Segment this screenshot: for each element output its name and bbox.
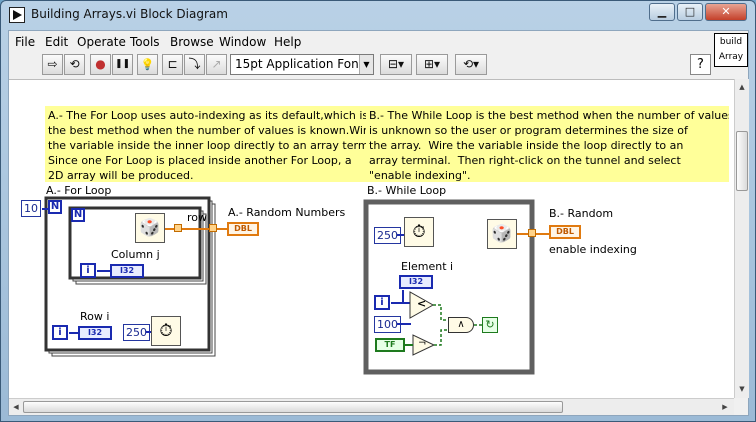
not-operator[interactable]: ¬ xyxy=(418,338,426,349)
vi-icon[interactable]: build Array xyxy=(714,33,748,67)
highlight-execution-icon[interactable]: 💡 xyxy=(137,54,158,75)
retain-wire-values-icon[interactable]: ⊏ xyxy=(162,54,183,75)
font-select-value: 15pt Application Font xyxy=(235,57,364,71)
reorder-icon[interactable]: ⟲▾ xyxy=(455,54,487,75)
step-into-icon[interactable]: ⤵ xyxy=(184,54,205,75)
toolbar: ⇨ ⟲ ● ❚❚ 💡 ⊏ ⤵ ↗ 15pt Application Font ▼… xyxy=(9,53,709,77)
while-logic-graphics xyxy=(405,291,483,356)
menu-file[interactable]: File xyxy=(15,35,35,49)
run-arrow-icon[interactable]: ⇨ xyxy=(42,54,63,75)
pause-icon[interactable]: ❚❚ xyxy=(112,54,133,75)
scroll-left-icon[interactable]: ◀ xyxy=(10,400,22,414)
menu-window[interactable]: Window xyxy=(219,35,266,49)
boolean-constant[interactable]: TF xyxy=(375,338,405,352)
menu-tools[interactable]: Tools xyxy=(130,35,160,49)
menu-help[interactable]: Help xyxy=(274,35,301,49)
minimize-button[interactable]: ▁ xyxy=(649,3,675,21)
loop-condition-icon[interactable]: ↻ xyxy=(482,317,498,333)
run-continuously-icon[interactable]: ⟲ xyxy=(64,54,85,75)
menu-edit[interactable]: Edit xyxy=(45,35,68,49)
vertical-scroll-thumb[interactable] xyxy=(736,131,748,191)
labview-app-icon xyxy=(9,7,25,23)
scroll-down-icon[interactable]: ▼ xyxy=(736,382,748,396)
horizontal-scroll-thumb[interactable] xyxy=(23,401,563,413)
window-title: Building Arrays.vi Block Diagram xyxy=(31,7,228,21)
menu-operate[interactable]: Operate xyxy=(77,35,126,49)
maximize-button[interactable]: □ xyxy=(677,3,703,21)
diagram-canvas[interactable]: A.- The For Loop uses auto-indexing as i… xyxy=(9,79,734,398)
block-diagram-window: Building Arrays.vi Block Diagram ▁ □ ✕ F… xyxy=(0,0,756,422)
close-button[interactable]: ✕ xyxy=(705,3,747,21)
window-controls: ▁ □ ✕ xyxy=(649,3,747,21)
vi-icon-line2: Array xyxy=(718,52,744,62)
client-area: File Edit Operate Tools Browse Window He… xyxy=(8,30,749,416)
title-bar[interactable]: Building Arrays.vi Block Diagram ▁ □ ✕ xyxy=(1,1,755,29)
step-out-icon[interactable]: ↗ xyxy=(206,54,227,75)
vi-icon-line1: build xyxy=(719,37,743,47)
chevron-down-icon: ▼ xyxy=(359,55,373,74)
align-objects-icon[interactable]: ⊟▾ xyxy=(380,54,412,75)
context-help-button[interactable]: ? xyxy=(690,54,711,75)
vertical-scrollbar[interactable]: ▲ ▼ xyxy=(734,79,749,398)
font-select[interactable]: 15pt Application Font ▼ xyxy=(230,54,374,75)
scroll-up-icon[interactable]: ▲ xyxy=(736,80,748,94)
scroll-right-icon[interactable]: ▶ xyxy=(719,400,731,414)
menu-browse[interactable]: Browse xyxy=(170,35,214,49)
distribute-objects-icon[interactable]: ⊞▾ xyxy=(416,54,448,75)
abort-icon[interactable]: ● xyxy=(90,54,111,75)
less-than-operator[interactable]: < xyxy=(417,297,426,310)
and-operator[interactable]: ∧ xyxy=(448,317,474,333)
horizontal-scrollbar[interactable]: ◀ ▶ xyxy=(9,398,734,415)
